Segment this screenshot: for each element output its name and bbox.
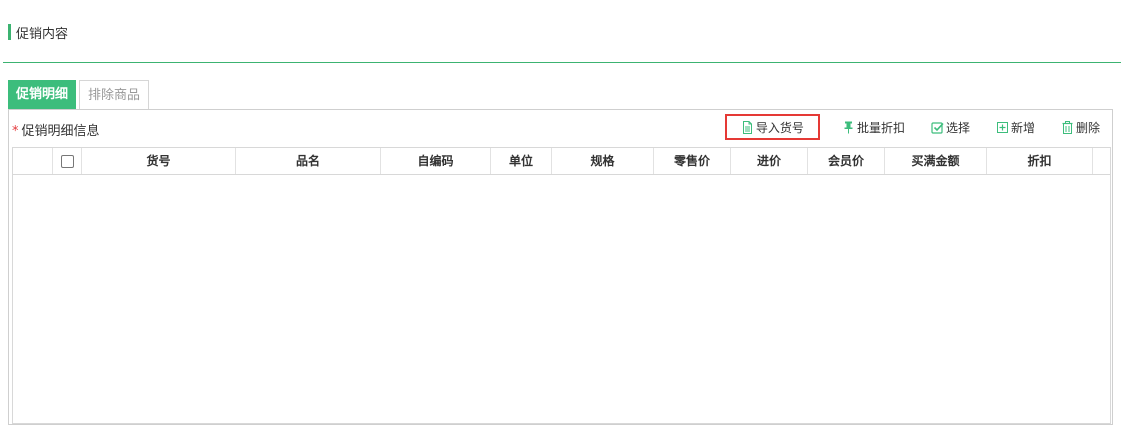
column-header-custom-code[interactable]: 自编码	[381, 148, 491, 174]
pin-icon	[844, 121, 853, 133]
column-header-unit[interactable]: 单位	[491, 148, 552, 174]
panel-title: * 促销明细信息	[12, 120, 100, 139]
grid-header-row: 货号 品名 自编码 单位 规格 零售价 进价 会员价 买满金额 折扣	[13, 148, 1110, 175]
add-button[interactable]: 新增	[992, 116, 1039, 138]
select-all-header	[53, 148, 82, 174]
column-header-purchase-price[interactable]: 进价	[731, 148, 808, 174]
column-header-product-name[interactable]: 品名	[236, 148, 381, 174]
promo-detail-grid: 货号 品名 自编码 单位 规格 零售价 进价 会员价 买满金额 折扣	[12, 147, 1111, 424]
trash-icon	[1062, 120, 1073, 134]
add-label: 新增	[1010, 120, 1035, 135]
column-header-sku[interactable]: 货号	[82, 148, 236, 174]
tab-bar: 促销明细 排除商品	[8, 80, 152, 109]
import-sku-button[interactable]: 导入货号	[724, 114, 820, 140]
section-title: 促销内容	[16, 26, 69, 42]
row-number-header	[13, 148, 53, 174]
section-header: 促销内容	[8, 24, 69, 42]
delete-button[interactable]: 删除	[1057, 116, 1104, 138]
batch-discount-button[interactable]: 批量折扣	[838, 116, 909, 138]
column-header-retail-price[interactable]: 零售价	[654, 148, 731, 174]
required-mark: *	[12, 124, 19, 139]
section-accent-bar	[8, 24, 11, 40]
batch-discount-label: 批量折扣	[856, 120, 905, 135]
promo-detail-panel: * 促销明细信息 导入货号 批量折扣 选择 新增 删除 货号 品名 自编码 单位…	[8, 109, 1113, 425]
select-label: 选择	[945, 120, 970, 135]
document-icon	[742, 120, 752, 134]
panel-title-text: 促销明细信息	[21, 124, 100, 139]
import-sku-label: 导入货号	[755, 120, 804, 135]
tab-promo-detail[interactable]: 促销明细	[8, 80, 77, 109]
delete-label: 删除	[1075, 120, 1100, 135]
section-divider	[3, 62, 1121, 63]
tab-excluded-products[interactable]: 排除商品	[79, 80, 150, 109]
toolbar: 导入货号 批量折扣 选择 新增 删除	[724, 114, 1104, 140]
select-button[interactable]: 选择	[927, 116, 974, 138]
column-header-discount[interactable]: 折扣	[987, 148, 1093, 174]
plus-square-icon	[996, 121, 1008, 133]
select-all-checkbox[interactable]	[60, 154, 74, 168]
grid-body	[13, 175, 1110, 423]
scrollbar-header-spacer	[1093, 148, 1110, 174]
checkbox-checked-icon	[931, 121, 944, 134]
column-header-spec[interactable]: 规格	[552, 148, 654, 174]
column-header-member-price[interactable]: 会员价	[808, 148, 885, 174]
column-header-threshold-amount[interactable]: 买满金额	[885, 148, 987, 174]
